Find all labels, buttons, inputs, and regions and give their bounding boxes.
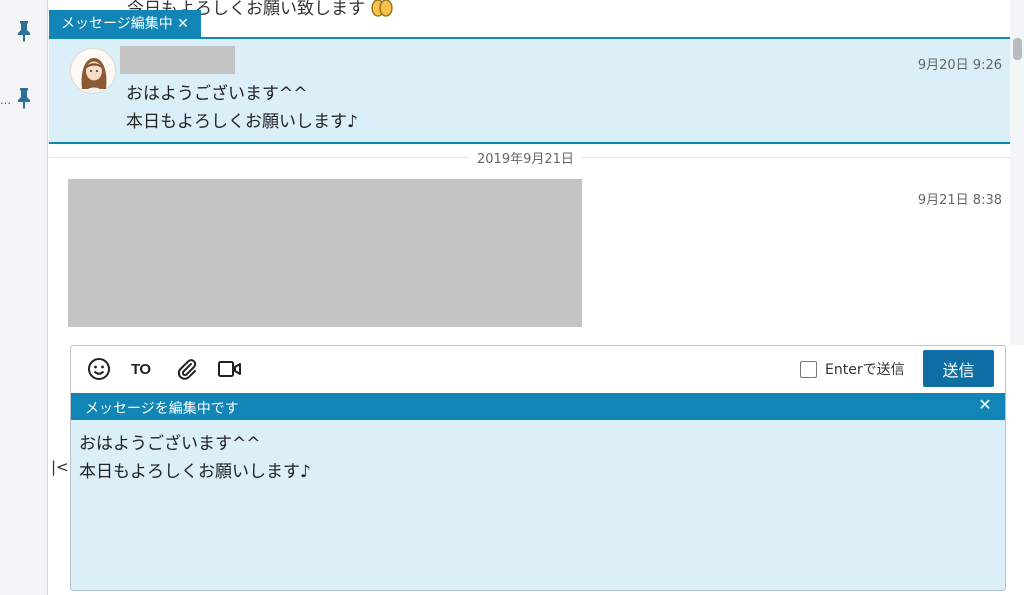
message-text-line: おはようございます^^	[126, 84, 308, 104]
message-composer: TO Enterで送信 送信 メッセージを編集中です ✕ おはようございます^^…	[70, 345, 1006, 591]
sender-name-redacted	[120, 46, 235, 74]
to-mention-button[interactable]: TO	[131, 356, 151, 382]
message-input[interactable]: おはようございます^^ 本日もよろしくお願いします♪	[71, 420, 1005, 590]
avatar[interactable]	[70, 48, 116, 94]
scrollbar-thumb[interactable]	[1013, 38, 1022, 60]
collapse-icon[interactable]: |<	[51, 457, 69, 477]
enter-to-send-label: Enterで送信	[825, 362, 905, 378]
message-text-line: 本日もよろしくお願いします♪	[126, 112, 358, 132]
date-label: 2019年9月21日	[469, 148, 582, 167]
attach-icon[interactable]	[175, 356, 199, 382]
composer-toolbar: TO Enterで送信 送信	[71, 346, 1005, 392]
room-list-sidebar: …	[0, 0, 48, 595]
enter-to-send-option[interactable]: Enterで送信	[800, 359, 905, 379]
pin-icon[interactable]	[14, 18, 34, 44]
message-timeline: 今日もよろしくお願い致します 9月20日 9:26 おはようございます^^ 本日…	[49, 0, 1010, 345]
pin-icon[interactable]	[14, 85, 34, 111]
clapping-hands-icon	[371, 0, 394, 17]
message-being-edited[interactable]: 9月20日 9:26 おはようございます^^ 本日もよろしくお願いします♪	[49, 37, 1010, 144]
edit-mode-banner: メッセージを編集中です ✕	[71, 393, 1005, 420]
image-attachment-redacted[interactable]	[68, 179, 582, 327]
message-timestamp: 9月20日 9:26	[917, 58, 1002, 73]
truncation-dots: …	[0, 94, 11, 107]
close-icon[interactable]: ✕	[975, 395, 995, 417]
enter-to-send-checkbox[interactable]	[800, 360, 817, 378]
editing-indicator-tag[interactable]: メッセージ編集中 ✕	[49, 10, 201, 38]
send-button[interactable]: 送信	[923, 350, 994, 387]
date-divider: 2019年9月21日	[49, 148, 1010, 168]
message-timestamp: 9月21日 8:38	[917, 193, 1002, 208]
edit-mode-label: メッセージを編集中です	[85, 401, 239, 417]
emoji-icon[interactable]	[87, 356, 111, 382]
video-call-icon[interactable]	[217, 356, 243, 382]
